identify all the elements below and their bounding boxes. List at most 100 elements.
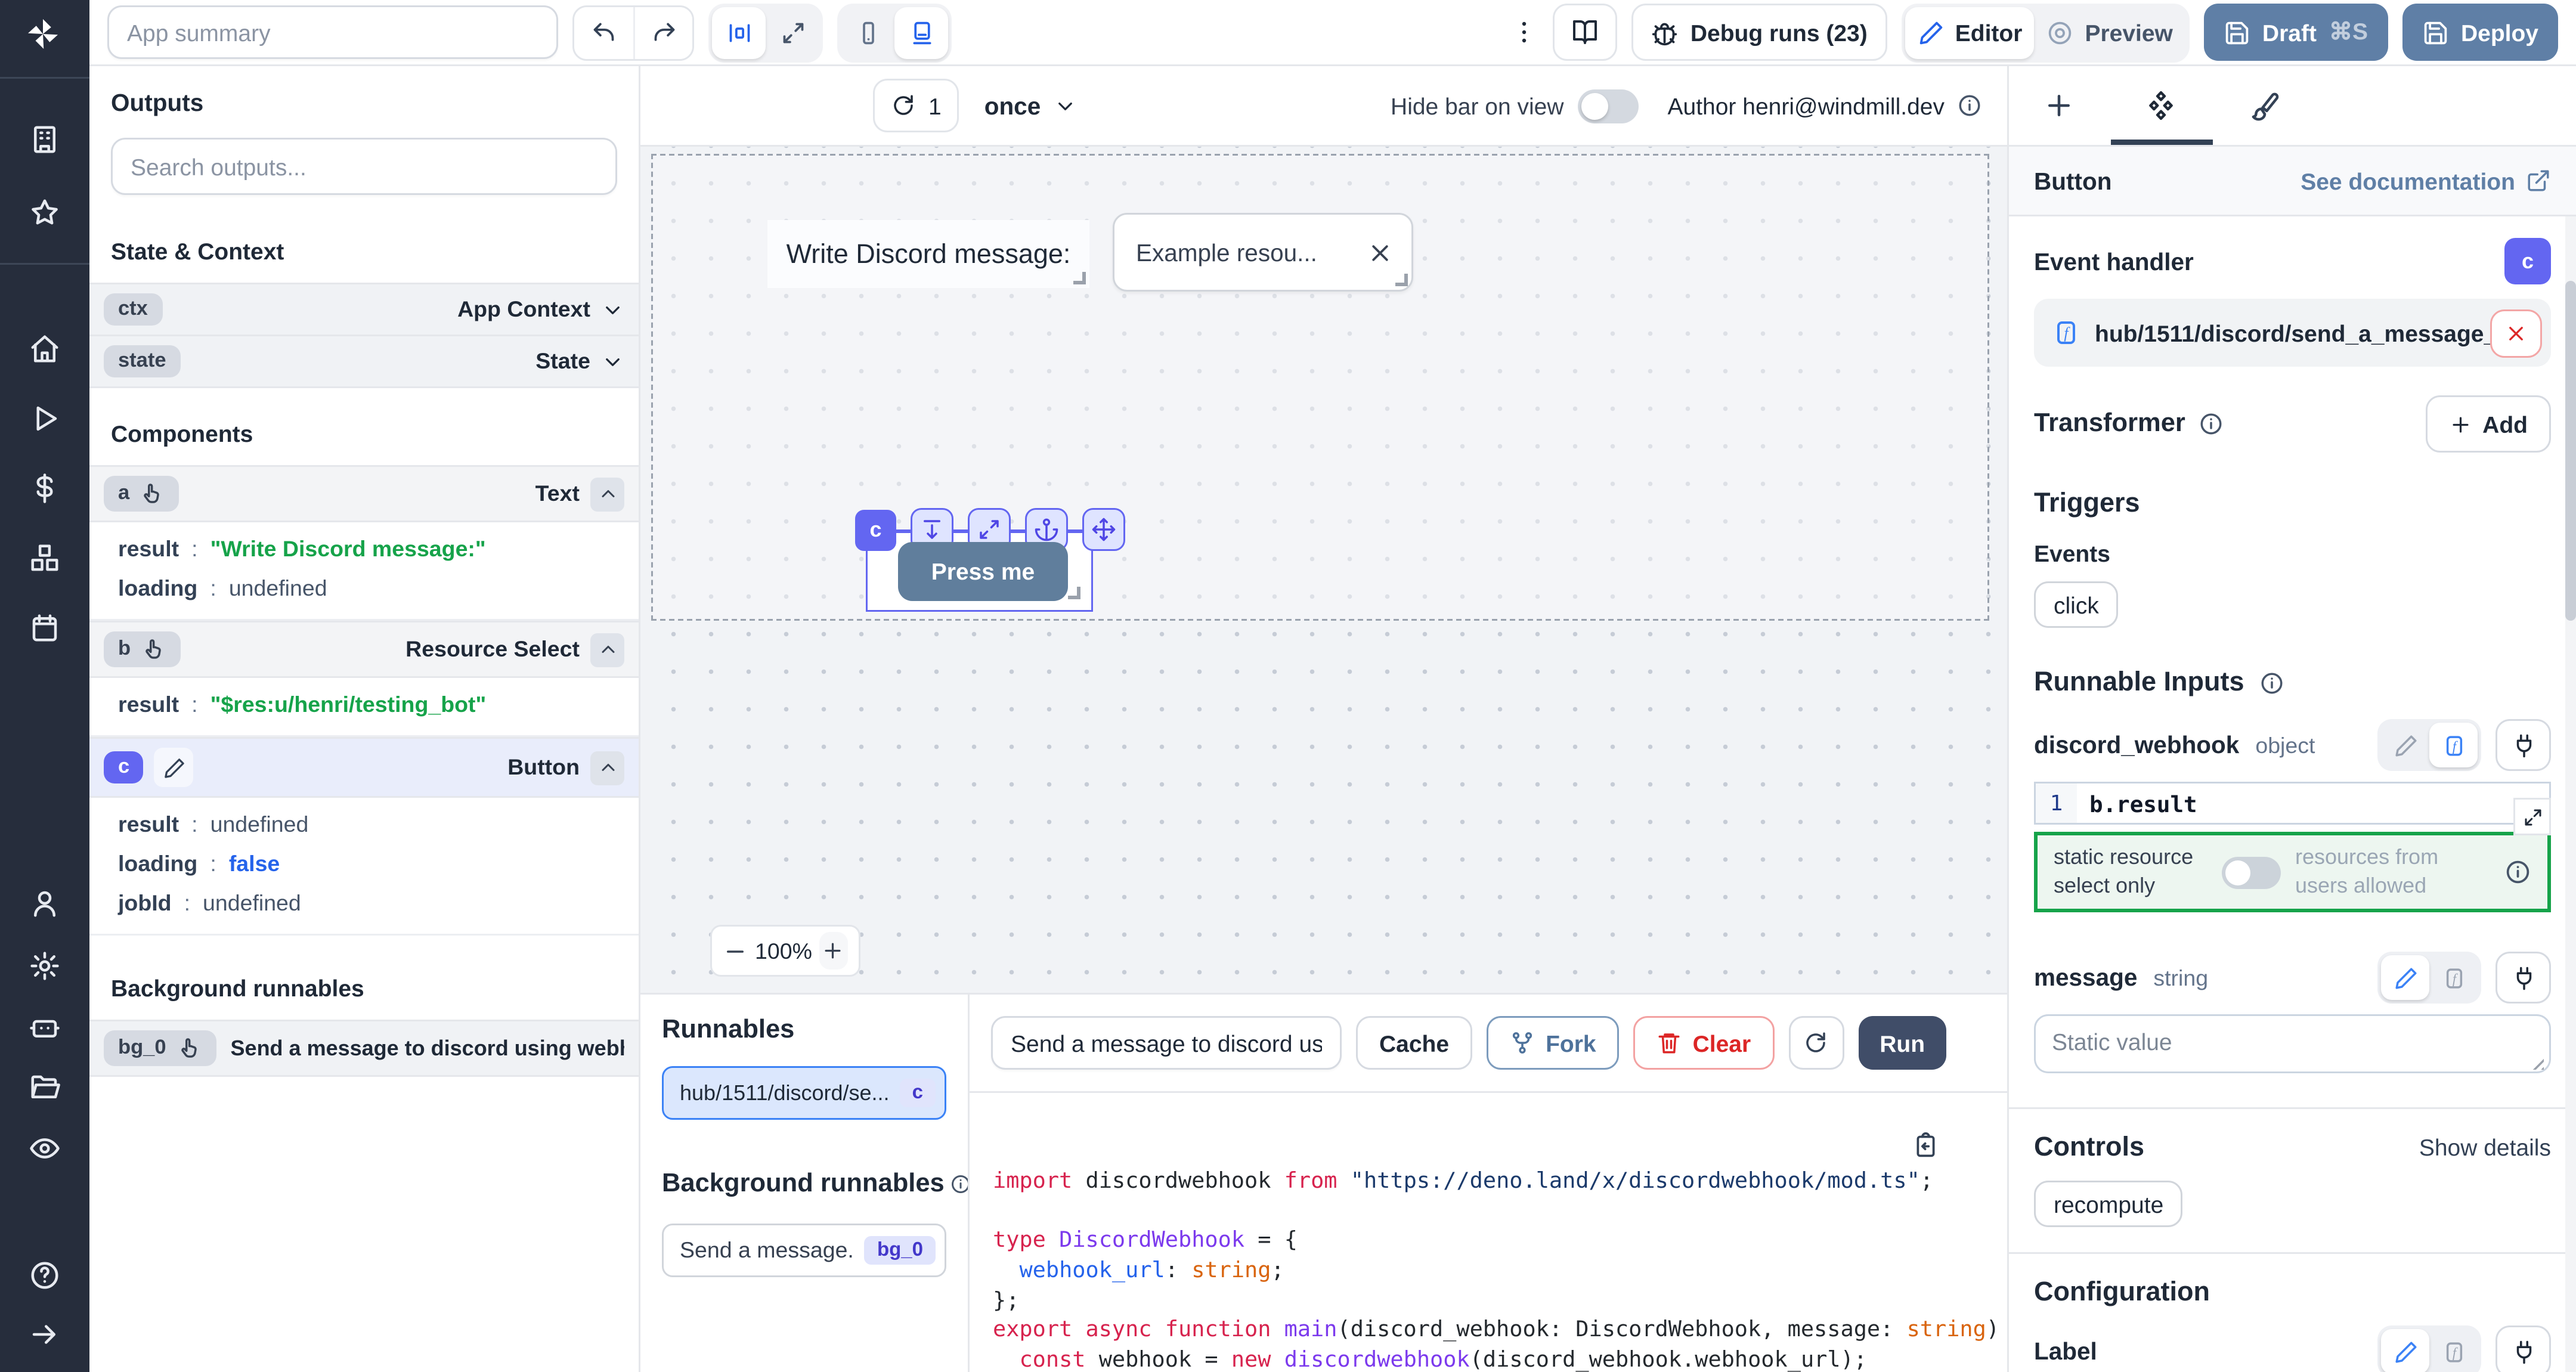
hide-bar-toggle[interactable] bbox=[1578, 89, 1639, 123]
reload-code-button[interactable] bbox=[1788, 1016, 1844, 1070]
chevron-down-icon[interactable] bbox=[601, 350, 624, 373]
run-mode-select[interactable]: once bbox=[984, 92, 1077, 119]
collapse-button[interactable] bbox=[590, 477, 624, 511]
desktop-view-button[interactable] bbox=[894, 7, 948, 58]
tab-editor[interactable]: Editor bbox=[1905, 7, 2035, 58]
debug-runs-button[interactable]: Debug runs (23) bbox=[1631, 4, 1887, 61]
runnable-name-input[interactable] bbox=[991, 1016, 1342, 1070]
favorites-icon[interactable] bbox=[29, 197, 61, 229]
save-icon bbox=[2223, 19, 2250, 46]
move-button[interactable] bbox=[1082, 508, 1125, 551]
settings-icon[interactable] bbox=[29, 950, 61, 982]
bottom-panel: Runnables hub/1511/discord/se... c Backg… bbox=[640, 993, 2007, 1372]
deploy-button[interactable]: Deploy bbox=[2402, 4, 2558, 61]
resource-select-component[interactable]: Example resou... bbox=[1113, 213, 1413, 292]
code-editor[interactable]: import discordwebhook from "https://deno… bbox=[970, 1091, 2007, 1372]
app-summary-input[interactable] bbox=[107, 5, 558, 59]
run-button[interactable]: Run bbox=[1858, 1016, 1946, 1070]
settings-scrollbar[interactable] bbox=[2565, 216, 2576, 1372]
schedules-icon[interactable] bbox=[29, 612, 61, 644]
draft-button[interactable]: Draft ⌘S bbox=[2203, 4, 2388, 61]
resize-handle[interactable] bbox=[1068, 587, 1080, 599]
resources-icon[interactable] bbox=[29, 542, 61, 574]
resize-handle[interactable] bbox=[1073, 272, 1086, 284]
workers-icon[interactable] bbox=[29, 1011, 61, 1043]
event-chip-click[interactable]: click bbox=[2034, 581, 2119, 628]
resize-handle[interactable] bbox=[1395, 274, 1408, 286]
centered-layout-button[interactable] bbox=[712, 7, 766, 58]
docs-button[interactable] bbox=[1553, 4, 1617, 61]
undo-button[interactable] bbox=[574, 7, 633, 58]
cache-button[interactable]: Cache bbox=[1356, 1016, 1472, 1070]
clear-button[interactable]: Clear bbox=[1634, 1016, 1775, 1070]
app-canvas[interactable]: Write Discord message: Example resou... … bbox=[640, 147, 2007, 993]
detach-runnable-button[interactable] bbox=[2490, 309, 2542, 357]
component-settings-tab-icon[interactable] bbox=[2145, 89, 2177, 122]
user-icon[interactable] bbox=[29, 887, 61, 919]
connect-input-button[interactable] bbox=[2496, 719, 2551, 771]
folders-icon[interactable] bbox=[29, 1071, 61, 1104]
static-mode-button[interactable] bbox=[2381, 723, 2429, 767]
refresh-count-button[interactable]: 1 bbox=[873, 79, 959, 132]
runnable-item-selected[interactable]: hub/1511/discord/se... c bbox=[662, 1066, 946, 1120]
expand-rail-icon[interactable] bbox=[29, 1318, 61, 1351]
bg-runnable-item[interactable]: Send a message... bg_0 bbox=[662, 1224, 946, 1277]
input-discord-webhook-row: discord_webhook object f bbox=[2034, 719, 2551, 771]
component-row-a[interactable]: a Text bbox=[89, 465, 639, 522]
output-row-state[interactable]: state State bbox=[89, 336, 639, 388]
tab-preview[interactable]: Preview bbox=[2035, 7, 2185, 58]
redo-button[interactable] bbox=[633, 7, 692, 58]
insert-tab-icon[interactable] bbox=[2043, 89, 2075, 122]
eval-mode-button[interactable]: f bbox=[2429, 1330, 2478, 1372]
component-row-b[interactable]: b Resource Select bbox=[89, 621, 639, 678]
fork-button[interactable]: Fork bbox=[1487, 1016, 1620, 1070]
text-component[interactable]: Write Discord message: bbox=[767, 220, 1089, 288]
mobile-view-button[interactable] bbox=[841, 7, 894, 58]
add-transformer-button[interactable]: Add bbox=[2425, 395, 2551, 453]
connect-input-button[interactable] bbox=[2496, 1326, 2551, 1372]
zoom-in-button[interactable] bbox=[819, 932, 848, 970]
code-panel: Cache Fork Clear Run import discordwebho… bbox=[970, 995, 2007, 1372]
collapse-button[interactable] bbox=[590, 751, 624, 785]
home-icon[interactable] bbox=[29, 333, 61, 365]
more-menu-icon[interactable] bbox=[1510, 18, 1538, 47]
static-resource-toggle[interactable] bbox=[2222, 856, 2281, 888]
workspace-icon[interactable] bbox=[29, 123, 61, 156]
attached-runnable[interactable]: f hub/1511/discord/send_a_message_... bbox=[2034, 299, 2551, 367]
prop-value: undefined bbox=[229, 576, 327, 601]
state-context-title: State & Context bbox=[89, 220, 639, 283]
audit-logs-icon[interactable] bbox=[29, 1132, 61, 1165]
static-mode-button[interactable] bbox=[2381, 956, 2429, 1001]
event-handler-badge: c bbox=[2504, 238, 2551, 284]
chevron-down-icon[interactable] bbox=[601, 298, 624, 321]
windmill-logo-icon[interactable] bbox=[25, 16, 61, 52]
scrollbar-thumb[interactable] bbox=[2565, 281, 2576, 621]
edit-id-button[interactable] bbox=[154, 748, 194, 787]
variables-icon[interactable] bbox=[29, 472, 61, 504]
zoom-out-icon[interactable] bbox=[723, 939, 748, 964]
search-outputs-input[interactable] bbox=[111, 138, 617, 195]
selected-button-component[interactable]: c Press me bbox=[866, 529, 1093, 612]
styling-tab-icon[interactable] bbox=[2249, 89, 2281, 122]
recompute-chip[interactable]: recompute bbox=[2034, 1181, 2183, 1228]
eval-mode-button[interactable]: f bbox=[2429, 956, 2478, 1001]
component-row-c-selected[interactable]: c Button bbox=[89, 737, 639, 798]
copy-code-icon[interactable] bbox=[1912, 1132, 1939, 1159]
discord-webhook-expr[interactable]: 1 b.result bbox=[2034, 782, 2551, 825]
collapse-button[interactable] bbox=[590, 633, 624, 667]
connect-input-button[interactable] bbox=[2496, 952, 2551, 1004]
background-runnable-row[interactable]: bg_0 Send a message to discord using web… bbox=[89, 1020, 639, 1077]
see-documentation-link[interactable]: See documentation bbox=[2301, 168, 2551, 194]
runs-icon[interactable] bbox=[29, 402, 61, 435]
show-details-link[interactable]: Show details bbox=[2419, 1135, 2551, 1162]
press-me-button[interactable]: Press me bbox=[898, 542, 1068, 601]
output-row-ctx[interactable]: ctx App Context bbox=[89, 283, 639, 336]
static-mode-button[interactable] bbox=[2381, 1330, 2429, 1372]
help-icon[interactable] bbox=[29, 1259, 61, 1292]
message-static-input[interactable] bbox=[2034, 1015, 2551, 1074]
fullscreen-layout-button[interactable] bbox=[766, 7, 819, 58]
expand-expr-button[interactable] bbox=[2513, 798, 2551, 835]
eval-mode-button[interactable]: f bbox=[2429, 723, 2478, 767]
clear-select-icon[interactable] bbox=[1367, 239, 1394, 266]
function-icon: f bbox=[2441, 1339, 2466, 1364]
